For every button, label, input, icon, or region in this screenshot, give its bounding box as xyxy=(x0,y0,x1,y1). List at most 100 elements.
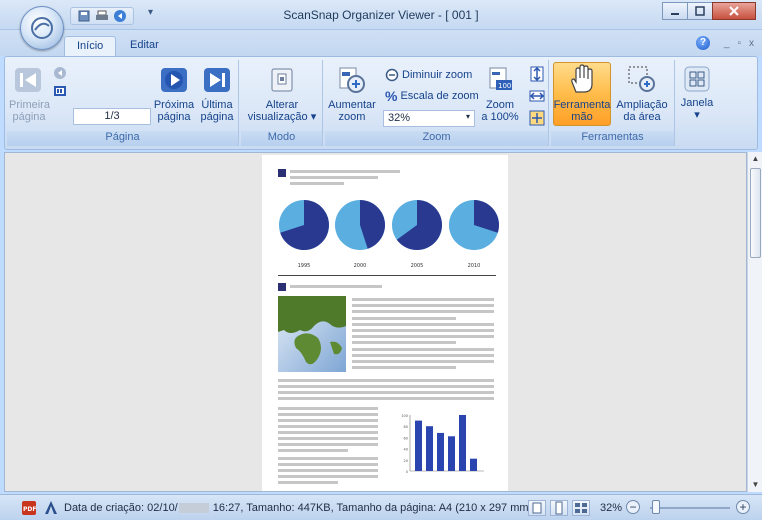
text-line xyxy=(278,391,494,394)
vertical-scrollbar[interactable]: ▲ ▼ xyxy=(747,152,762,492)
window-layout-icon xyxy=(684,66,710,92)
chart-bar xyxy=(448,436,455,471)
page-list-icon xyxy=(54,86,66,96)
text-line xyxy=(352,329,494,332)
zoom-out-button[interactable]: Diminuir zoom xyxy=(385,68,472,82)
next-page-icon xyxy=(161,68,187,92)
minimize-button[interactable] xyxy=(662,2,688,20)
group-pagina-label: Página xyxy=(7,131,238,146)
area-zoom-button[interactable]: Ampliação da área xyxy=(613,64,671,123)
heading-bullet-icon xyxy=(278,169,286,177)
pdf-icon: PDF xyxy=(22,501,36,515)
zoom-in-status-button[interactable]: + xyxy=(736,500,750,514)
previous-page-icon xyxy=(54,67,66,79)
group-modo: Alterar visualização ▾ Modo xyxy=(241,60,323,146)
text-line xyxy=(352,341,456,345)
pie-year-label: 2010 xyxy=(468,263,481,269)
text-line xyxy=(278,481,338,484)
text-line xyxy=(290,182,344,185)
zoom-out-status-button[interactable]: − xyxy=(626,500,640,514)
help-icon[interactable]: ? xyxy=(696,36,710,50)
maximize-button[interactable] xyxy=(687,2,713,20)
percent-icon: % xyxy=(385,88,398,104)
fit-page-icon xyxy=(529,110,545,126)
app-menu-button[interactable] xyxy=(20,6,64,50)
document-view[interactable]: 1995 2000 2005 2010 100 80 60 40 20 0 xyxy=(4,152,747,492)
zoom-in-button[interactable]: Aumentar zoom xyxy=(327,64,377,123)
text-line xyxy=(352,347,494,351)
scroll-down-icon[interactable]: ▼ xyxy=(748,478,762,492)
fit-height-icon xyxy=(530,66,544,82)
bar-chart: 100 80 60 40 20 0 xyxy=(401,414,484,474)
tab-editar[interactable]: Editar xyxy=(118,36,171,56)
text-recognition-icon xyxy=(45,501,57,514)
zoom-scale-button[interactable]: % Escala de zoom xyxy=(385,88,479,104)
pie-year-label: 1995 xyxy=(298,263,311,269)
tab-inicio[interactable]: Início xyxy=(64,36,117,56)
mdi-restore-icon[interactable]: ▫ xyxy=(737,38,741,49)
maximize-icon xyxy=(695,6,705,16)
text-line xyxy=(352,316,456,320)
next-page-button[interactable]: Próxima página xyxy=(153,64,195,123)
ribbon-tabs: Início Editar ? _ ▫ x xyxy=(0,30,762,56)
blurred-year xyxy=(178,503,209,514)
hand-tool-button[interactable]: Ferramenta mão xyxy=(553,64,611,123)
heading-text xyxy=(290,285,382,288)
zoom-100-button[interactable]: 100 Zoom a 100% xyxy=(475,64,525,123)
area-zoom-icon xyxy=(628,66,655,92)
status-bar: PDF Data de criação: 02/10/ 16:27, Taman… xyxy=(0,494,762,520)
chevron-down-icon: ▾ xyxy=(465,112,470,121)
text-line xyxy=(278,457,378,460)
zoom-slider-track[interactable] xyxy=(650,507,730,509)
scroll-up-icon[interactable]: ▲ xyxy=(748,152,762,166)
thumbnail-view-button[interactable] xyxy=(572,500,590,516)
ribbon: Primeira página 1/3 Próxima página Últim… xyxy=(4,56,758,150)
text-line xyxy=(278,407,378,410)
text-line xyxy=(352,304,494,308)
last-page-button[interactable]: Última página xyxy=(197,64,237,123)
zoom-combo[interactable]: 32% ▾ xyxy=(383,110,475,127)
mdi-close-icon[interactable]: x xyxy=(749,38,754,49)
text-line xyxy=(352,322,494,326)
fit-page-button[interactable] xyxy=(529,110,545,126)
bar-axis-tick: 40 xyxy=(404,448,408,452)
bar-axis-tick: 20 xyxy=(404,459,408,463)
chart-bar xyxy=(459,415,466,471)
fit-width-button[interactable] xyxy=(529,88,545,104)
group-zoom-label: Zoom xyxy=(325,131,548,146)
zoom-slider-thumb[interactable] xyxy=(652,500,660,514)
window-button[interactable]: Janela ▾ xyxy=(679,64,715,121)
bar-axis-tick: 100 xyxy=(401,414,408,418)
change-view-button[interactable]: Alterar visualização ▾ xyxy=(243,64,321,123)
text-line xyxy=(278,385,494,388)
chart-bar xyxy=(470,458,477,471)
minimize-icon xyxy=(671,13,679,15)
first-page-button[interactable]: Primeira página xyxy=(9,64,50,123)
single-page-view-button[interactable] xyxy=(528,500,546,516)
page-list-button[interactable] xyxy=(53,84,67,98)
text-line xyxy=(278,413,378,416)
zoom-out-icon xyxy=(385,68,399,82)
scroll-thumb[interactable] xyxy=(750,168,761,258)
svg-text:PDF: PDF xyxy=(23,506,36,513)
close-button[interactable] xyxy=(712,2,756,20)
page-number-field[interactable]: 1/3 xyxy=(73,108,151,125)
chart-bar xyxy=(415,420,422,471)
fit-height-button[interactable] xyxy=(529,66,545,82)
svg-text:100: 100 xyxy=(498,82,511,90)
close-icon xyxy=(729,6,739,16)
single-page-icon xyxy=(532,502,542,514)
group-pagina: Primeira página 1/3 Próxima página Últim… xyxy=(7,60,239,146)
last-page-icon xyxy=(204,68,230,92)
pie-charts: 1995 2000 2005 2010 xyxy=(279,200,499,269)
text-line xyxy=(290,176,378,179)
previous-page-button[interactable] xyxy=(53,66,67,80)
text-line xyxy=(352,353,494,357)
mdi-minimize-icon[interactable]: _ xyxy=(724,38,730,49)
bar-axis-tick: 60 xyxy=(404,436,408,440)
text-line xyxy=(352,310,494,314)
text-line xyxy=(278,397,494,400)
chart-bar xyxy=(437,432,444,471)
text-line xyxy=(278,437,378,440)
continuous-view-button[interactable] xyxy=(550,500,568,516)
